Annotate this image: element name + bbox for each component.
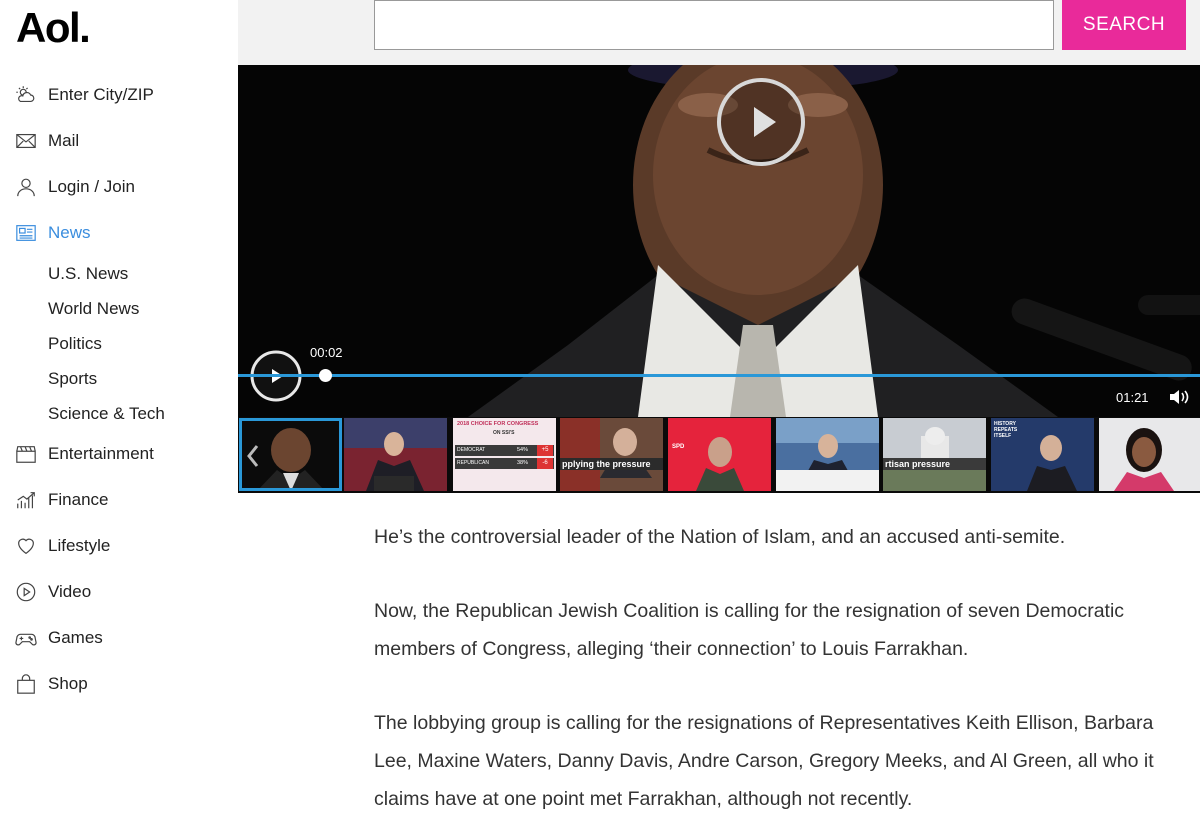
thumbnail-subtitle: ON SSI'S (493, 430, 515, 436)
thumbnail-image (668, 418, 771, 491)
sidebar-item-label: Shop (48, 674, 88, 693)
sidebar-subitem-label: U.S. News (48, 263, 129, 283)
aol-logo[interactable]: Aol. (16, 4, 91, 52)
sidebar-subitem-label: Sports (48, 368, 98, 388)
sidebar-item-label: Video (48, 582, 92, 601)
sidebar-subitem-us-news[interactable]: U.S. News (0, 256, 238, 291)
search-input[interactable] (374, 0, 1054, 50)
sidebar-subitem-sports[interactable]: Sports (0, 361, 238, 396)
play-overlay-icon[interactable] (716, 77, 806, 167)
sidebar-subitem-politics[interactable]: Politics (0, 326, 238, 361)
elapsed-time: 00:02 (310, 345, 343, 360)
sidebar-item-shop[interactable]: Shop (0, 661, 238, 707)
thumbnail-caption: HISTORY REPEATS ITSELF (994, 421, 1018, 439)
heart-icon (18, 538, 34, 555)
sidebar-item-video[interactable]: Video (0, 569, 238, 615)
sidebar-subitem-label: Politics (48, 333, 102, 353)
sidebar-subitem-label: Science & Tech (48, 403, 165, 423)
sidebar-item-finance[interactable]: Finance (0, 477, 238, 523)
video-thumbnail-5[interactable]: SPD (668, 418, 771, 491)
sidebar-subitem-label: World News (48, 298, 140, 318)
video-thumbnail-8[interactable]: HISTORY REPEATS ITSELF (991, 418, 1094, 491)
video-thumbnail-3[interactable]: 2018 CHOICE FOR CONGRESS ON SSI'S DEMOCR… (453, 418, 556, 491)
sidebar-item-label: Entertainment (48, 444, 154, 463)
sidebar-item-label: Lifestyle (48, 536, 111, 555)
sidebar-item-games[interactable]: Games (0, 615, 238, 661)
shopping-bag-icon (17, 674, 35, 694)
sidebar-item-mail[interactable]: Mail (0, 118, 238, 164)
news-icon (16, 225, 36, 241)
article-paragraph: The lobbying group is calling for the re… (374, 712, 1154, 810)
sidebar-subitem-science-tech[interactable]: Science & Tech (0, 396, 238, 431)
sidebar-item-label: Mail (48, 131, 80, 150)
volume-icon[interactable] (1168, 387, 1190, 407)
video-thumbnail-2[interactable] (344, 418, 447, 491)
sidebar-item-weather[interactable]: Enter City/ZIP (0, 72, 238, 118)
clapperboard-icon (16, 446, 36, 463)
poll-party: REPUBLICAN (457, 460, 489, 466)
article-paragraph: He’s the controversial leader of the Nat… (374, 526, 1066, 548)
progress-bar[interactable] (238, 374, 1200, 377)
video-thumbnail-6[interactable] (776, 418, 879, 491)
sidebar-item-label: Games (48, 628, 103, 647)
video-thumbnail-strip: 2018 CHOICE FOR CONGRESS ON SSI'S DEMOCR… (238, 417, 1200, 493)
poll-party: DEMOCRAT (457, 447, 486, 453)
sidebar-subitem-world-news[interactable]: World News (0, 291, 238, 326)
sidebar-item-lifestyle[interactable]: Lifestyle (0, 523, 238, 569)
poll-change: +5 (537, 445, 553, 456)
article-paragraph: Now, the Republican Jewish Coalition is … (374, 600, 1125, 660)
sidebar-item-news[interactable]: News (0, 210, 238, 256)
video-thumbnail-7[interactable]: rtisan pressure (883, 418, 986, 491)
progress-knob[interactable] (319, 369, 332, 382)
poll-change: -6 (537, 458, 553, 469)
sidebar-item-entertainment[interactable]: Entertainment (0, 431, 238, 477)
video-thumbnail-4[interactable]: pplying the pressure (560, 418, 663, 491)
video-player[interactable]: 00:02 01:21 (238, 65, 1200, 417)
poll-pct: 54% (517, 447, 529, 453)
sidebar: Aol. Enter City/ZIP Mail Login / Join Ne… (0, 0, 238, 832)
thumbnail-image (344, 418, 447, 491)
user-icon (17, 178, 35, 197)
thumbnail-caption: rtisan pressure (885, 459, 951, 469)
poll-pct: 38% (517, 460, 529, 466)
article-body: He’s the controversial leader of the Nat… (374, 518, 1164, 832)
video-thumbnail-9[interactable] (1099, 418, 1200, 491)
duration-time: 01:21 (1116, 390, 1149, 405)
search-button[interactable]: SEARCH (1062, 0, 1186, 50)
thumbnail-image (776, 418, 879, 491)
sidebar-item-label: News (48, 223, 91, 242)
thumbnail-image (560, 418, 663, 491)
video-thumbnail-1[interactable] (239, 418, 342, 491)
thumbnail-title: 2018 CHOICE FOR CONGRESS (457, 421, 539, 427)
thumbnail-image (1099, 418, 1200, 491)
sidebar-item-label: Login / Join (48, 177, 135, 196)
thumbnail-caption: pplying the pressure (562, 459, 651, 469)
sidebar-item-label: Finance (48, 490, 109, 509)
chevron-left-icon[interactable] (243, 442, 263, 470)
weather-icon (16, 86, 35, 103)
sidebar-item-label: Enter City/ZIP (48, 85, 154, 104)
play-circle-icon (16, 582, 36, 602)
thumbnail-caption: SPD (672, 444, 685, 450)
mail-icon (16, 133, 36, 149)
gamepad-icon (15, 633, 37, 646)
chart-icon (17, 492, 35, 509)
thumbnail-image (883, 418, 986, 491)
sidebar-item-login[interactable]: Login / Join (0, 164, 238, 210)
sidebar-nav: Enter City/ZIP Mail Login / Join News U.… (0, 72, 238, 707)
